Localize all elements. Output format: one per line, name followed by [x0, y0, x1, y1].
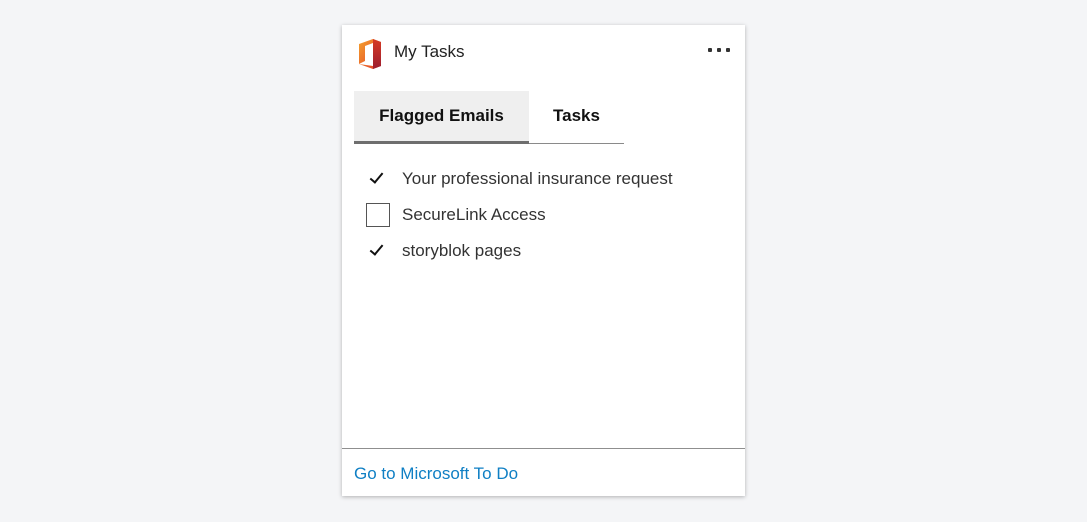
task-list: Your professional insurance request Secu…: [366, 161, 736, 269]
tab-tasks[interactable]: Tasks: [529, 91, 624, 141]
task-label: storyblok pages: [402, 241, 522, 260]
completed-check-icon[interactable]: [366, 239, 390, 263]
card-footer: Go to Microsoft To Do: [342, 448, 745, 497]
list-item: SecureLink Access: [366, 197, 736, 233]
task-label: SecureLink Access: [402, 205, 546, 224]
office-logo-icon: [359, 39, 381, 69]
my-tasks-card: My Tasks Flagged Emails Tasks Your profe…: [342, 25, 745, 496]
tab-flagged-emails[interactable]: Flagged Emails: [354, 91, 529, 144]
list-item: Your professional insurance request: [366, 161, 736, 197]
completed-check-icon[interactable]: [366, 167, 390, 191]
tab-bar: Flagged Emails Tasks: [354, 91, 624, 144]
list-item: storyblok pages: [366, 233, 736, 269]
card-header: My Tasks: [342, 25, 745, 81]
more-options-icon[interactable]: [706, 39, 732, 59]
card-title: My Tasks: [394, 42, 465, 61]
task-label: Your professional insurance request: [402, 169, 673, 188]
go-to-microsoft-todo-link[interactable]: Go to Microsoft To Do: [354, 464, 518, 484]
task-checkbox[interactable]: [366, 203, 390, 227]
